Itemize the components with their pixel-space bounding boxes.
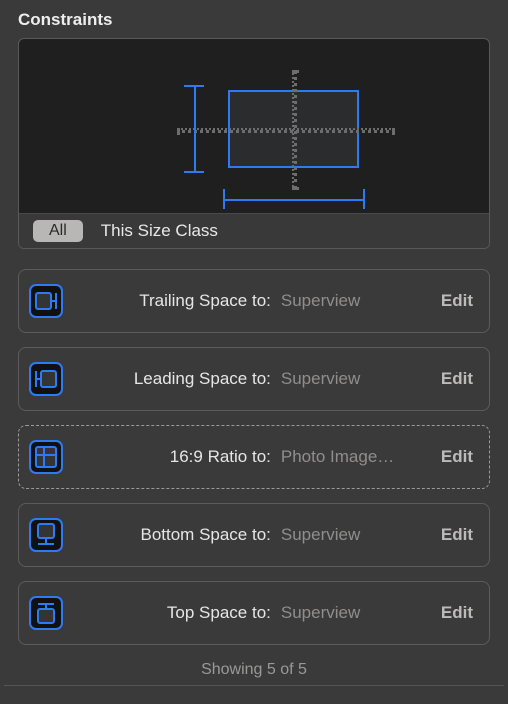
divider: [4, 685, 504, 686]
constraint-row[interactable]: 16:9 Ratio to:Photo Image…Edit: [18, 425, 490, 489]
constraint-row[interactable]: Leading Space to:SuperviewEdit: [18, 347, 490, 411]
constraint-leading-icon: [29, 362, 63, 396]
filter-segmented: All: [33, 220, 83, 242]
constraint-target: Superview: [281, 603, 439, 623]
constraint-ratio-icon: [29, 440, 63, 474]
preview-canvas: [19, 39, 489, 213]
edit-button[interactable]: Edit: [439, 287, 475, 315]
preview-ruler-cap: [363, 189, 365, 209]
preview-ruler: [194, 85, 196, 173]
preview-guideline: [292, 70, 297, 190]
preview-ruler: [223, 199, 365, 201]
edit-button[interactable]: Edit: [439, 443, 475, 471]
edit-button[interactable]: Edit: [439, 599, 475, 627]
constraint-label: Bottom Space to:: [69, 525, 281, 545]
footer-status: Showing 5 of 5: [0, 645, 508, 685]
constraint-label: Leading Space to:: [69, 369, 281, 389]
constraint-target: Superview: [281, 525, 439, 545]
edit-button[interactable]: Edit: [439, 521, 475, 549]
constraint-target: Superview: [281, 369, 439, 389]
constraint-trailing-icon: [29, 284, 63, 318]
filter-size-class[interactable]: This Size Class: [101, 221, 218, 241]
constraint-bottom-icon: [29, 518, 63, 552]
preview-ruler-cap: [223, 189, 225, 209]
filter-all-button[interactable]: All: [33, 220, 83, 242]
constraint-row[interactable]: Top Space to:SuperviewEdit: [18, 581, 490, 645]
filter-bar: All This Size Class: [19, 213, 489, 248]
constraint-target: Photo Image…: [281, 447, 439, 467]
preview-ruler-cap: [184, 171, 204, 173]
preview-ruler-cap: [184, 85, 204, 87]
constraint-row[interactable]: Trailing Space to:SuperviewEdit: [18, 269, 490, 333]
constraint-label: Top Space to:: [69, 603, 281, 623]
constraint-target: Superview: [281, 291, 439, 311]
constraint-top-icon: [29, 596, 63, 630]
constraint-row[interactable]: Bottom Space to:SuperviewEdit: [18, 503, 490, 567]
constraints-preview: All This Size Class: [18, 38, 490, 249]
edit-button[interactable]: Edit: [439, 365, 475, 393]
preview-guideline: [177, 128, 395, 133]
constraint-label: 16:9 Ratio to:: [69, 447, 281, 467]
constraint-label: Trailing Space to:: [69, 291, 281, 311]
section-title: Constraints: [0, 6, 508, 38]
constraints-list: Trailing Space to:SuperviewEdit Leading …: [0, 257, 508, 645]
